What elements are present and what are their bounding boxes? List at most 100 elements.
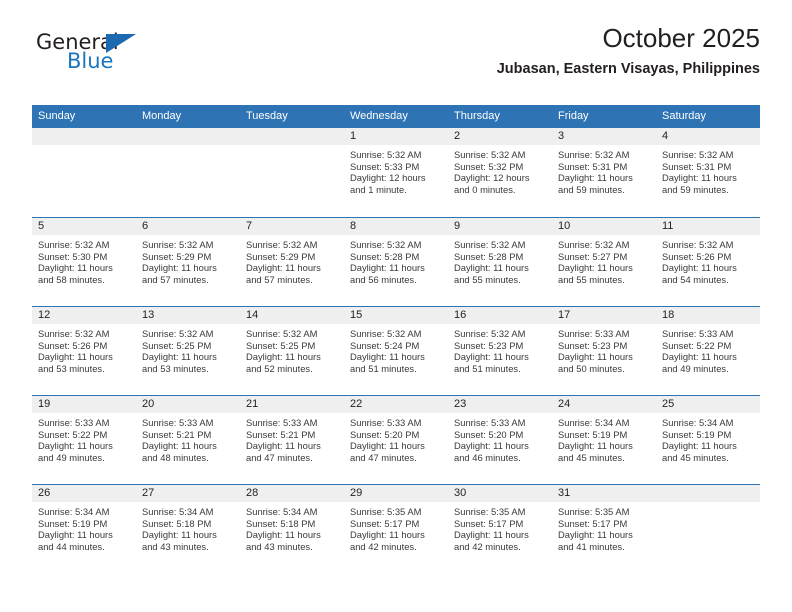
day-cell-inner[interactable]: 17 Sunrise: 5:33 AM Sunset: 5:23 PM Dayligh… <box>552 306 656 395</box>
daylight-text-line1: Daylight: 11 hours <box>350 351 425 363</box>
calendar-page: General Blue October 2025 Jubasan, Easte… <box>0 0 792 612</box>
sunset-text: Sunset: 5:20 PM <box>454 428 524 440</box>
day-cell-inner[interactable]: 16 Sunrise: 5:32 AM Sunset: 5:23 PM Dayligh… <box>448 306 552 395</box>
calendar-day-cell: 8 Sunrise: 5:32 AM Sunset: 5:28 PM Daylight… <box>344 217 448 306</box>
day-number: 9 <box>448 218 552 235</box>
calendar-week-row: 12 Sunrise: 5:32 AM Sunset: 5:26 PM Dayligh… <box>32 306 760 395</box>
day-details: Sunrise: 5:34 AM Sunset: 5:18 PM Daylight:… <box>136 502 240 552</box>
day-cell-inner[interactable]: 19 Sunrise: 5:33 AM Sunset: 5:22 PM Dayligh… <box>32 395 136 484</box>
daylight-text-line1: Daylight: 11 hours <box>246 351 321 363</box>
day-cell-inner[interactable]: 23 Sunrise: 5:33 AM Sunset: 5:20 PM Dayligh… <box>448 395 552 484</box>
day-cell-inner[interactable]: 10 Sunrise: 5:32 AM Sunset: 5:27 PM Dayligh… <box>552 217 656 306</box>
weekday-header-saturday: Saturday <box>656 105 760 128</box>
day-cell-inner[interactable]: 12 Sunrise: 5:32 AM Sunset: 5:26 PM Dayligh… <box>32 306 136 395</box>
calendar-day-cell: 1 Sunrise: 5:32 AM Sunset: 5:33 PM Daylight… <box>344 128 448 217</box>
calendar-day-cell: 14 Sunrise: 5:32 AM Sunset: 5:25 PM Dayligh… <box>240 306 344 395</box>
day-cell-inner[interactable]: 31 Sunrise: 5:35 AM Sunset: 5:17 PM Dayligh… <box>552 484 656 573</box>
sunset-text: Sunset: 5:32 PM <box>454 160 524 172</box>
day-cell-inner[interactable]: 3 Sunrise: 5:32 AM Sunset: 5:31 PM Daylight… <box>552 128 656 217</box>
day-cell-inner[interactable]: 18 Sunrise: 5:33 AM Sunset: 5:22 PM Dayligh… <box>656 306 760 395</box>
day-cell-inner[interactable]: 2 Sunrise: 5:32 AM Sunset: 5:32 PM Daylight… <box>448 128 552 217</box>
day-number: 10 <box>552 218 656 235</box>
day-details: Sunrise: 5:33 AM Sunset: 5:22 PM Daylight:… <box>32 413 136 463</box>
sunset-text: Sunset: 5:19 PM <box>38 517 108 529</box>
calendar-day-cell <box>32 128 136 217</box>
sunset-text: Sunset: 5:21 PM <box>142 428 212 440</box>
weekday-header-friday: Friday <box>552 105 656 128</box>
calendar-day-cell: 29 Sunrise: 5:35 AM Sunset: 5:17 PM Dayligh… <box>344 484 448 573</box>
day-number: 17 <box>552 307 656 324</box>
weekday-header-monday: Monday <box>136 105 240 128</box>
day-cell-inner[interactable]: 4 Sunrise: 5:32 AM Sunset: 5:31 PM Daylight… <box>656 128 760 217</box>
generalblue-logo[interactable]: General Blue <box>32 32 242 88</box>
day-cell-inner[interactable]: 25 Sunrise: 5:34 AM Sunset: 5:19 PM Dayligh… <box>656 395 760 484</box>
daylight-text-line1: Daylight: 11 hours <box>350 529 425 541</box>
daylight-text-line2: and 52 minutes. <box>246 362 313 374</box>
calendar-day-cell: 18 Sunrise: 5:33 AM Sunset: 5:22 PM Dayligh… <box>656 306 760 395</box>
sunrise-text: Sunrise: 5:35 AM <box>558 506 630 517</box>
daylight-text-line1: Daylight: 11 hours <box>246 440 321 452</box>
sunset-text: Sunset: 5:28 PM <box>350 250 420 262</box>
day-cell-inner[interactable]: 11 Sunrise: 5:32 AM Sunset: 5:26 PM Dayligh… <box>656 217 760 306</box>
calendar-day-cell: 15 Sunrise: 5:32 AM Sunset: 5:24 PM Dayligh… <box>344 306 448 395</box>
day-cell-inner[interactable]: 7 Sunrise: 5:32 AM Sunset: 5:29 PM Daylight… <box>240 217 344 306</box>
sunset-text: Sunset: 5:22 PM <box>662 339 732 351</box>
sunset-text: Sunset: 5:29 PM <box>142 250 212 262</box>
calendar-day-cell: 11 Sunrise: 5:32 AM Sunset: 5:26 PM Dayligh… <box>656 217 760 306</box>
sunset-text: Sunset: 5:18 PM <box>246 517 316 529</box>
daylight-text-line2: and 43 minutes. <box>246 540 313 552</box>
sunrise-text: Sunrise: 5:32 AM <box>350 328 422 339</box>
day-cell-inner[interactable]: 29 Sunrise: 5:35 AM Sunset: 5:17 PM Dayligh… <box>344 484 448 573</box>
daylight-text-line1: Daylight: 11 hours <box>246 529 321 541</box>
day-cell-inner[interactable]: 26 Sunrise: 5:34 AM Sunset: 5:19 PM Dayligh… <box>32 484 136 573</box>
day-cell-inner[interactable]: 27 Sunrise: 5:34 AM Sunset: 5:18 PM Dayligh… <box>136 484 240 573</box>
day-cell-inner[interactable]: 5 Sunrise: 5:32 AM Sunset: 5:30 PM Daylight… <box>32 217 136 306</box>
day-cell-inner[interactable]: 24 Sunrise: 5:34 AM Sunset: 5:19 PM Dayligh… <box>552 395 656 484</box>
day-cell-inner[interactable]: 9 Sunrise: 5:32 AM Sunset: 5:28 PM Daylight… <box>448 217 552 306</box>
daylight-text-line1: Daylight: 11 hours <box>454 440 529 452</box>
day-cell-inner[interactable]: 21 Sunrise: 5:33 AM Sunset: 5:21 PM Dayligh… <box>240 395 344 484</box>
sunset-text: Sunset: 5:21 PM <box>246 428 316 440</box>
sunrise-text: Sunrise: 5:33 AM <box>246 417 318 428</box>
weekday-header-tuesday: Tuesday <box>240 105 344 128</box>
sunset-text: Sunset: 5:17 PM <box>454 517 524 529</box>
day-cell-inner[interactable]: 8 Sunrise: 5:32 AM Sunset: 5:28 PM Daylight… <box>344 217 448 306</box>
day-cell-inner[interactable]: 14 Sunrise: 5:32 AM Sunset: 5:25 PM Dayligh… <box>240 306 344 395</box>
day-cell-inner[interactable]: 30 Sunrise: 5:35 AM Sunset: 5:17 PM Dayligh… <box>448 484 552 573</box>
day-number: 16 <box>448 307 552 324</box>
day-cell-inner[interactable]: 13 Sunrise: 5:32 AM Sunset: 5:25 PM Dayligh… <box>136 306 240 395</box>
day-number <box>136 128 240 145</box>
day-cell-inner <box>136 128 240 217</box>
sunset-text: Sunset: 5:18 PM <box>142 517 212 529</box>
calendar-week-row: 5 Sunrise: 5:32 AM Sunset: 5:30 PM Daylight… <box>32 217 760 306</box>
day-cell-inner[interactable]: 20 Sunrise: 5:33 AM Sunset: 5:21 PM Dayligh… <box>136 395 240 484</box>
day-details: Sunrise: 5:32 AM Sunset: 5:26 PM Daylight:… <box>32 324 136 374</box>
sunrise-text: Sunrise: 5:32 AM <box>454 149 526 160</box>
sunset-text: Sunset: 5:33 PM <box>350 160 420 172</box>
day-number: 3 <box>552 128 656 145</box>
day-cell-inner[interactable]: 6 Sunrise: 5:32 AM Sunset: 5:29 PM Daylight… <box>136 217 240 306</box>
sunset-text: Sunset: 5:25 PM <box>142 339 212 351</box>
day-cell-inner[interactable]: 22 Sunrise: 5:33 AM Sunset: 5:20 PM Dayligh… <box>344 395 448 484</box>
calendar-day-cell: 26 Sunrise: 5:34 AM Sunset: 5:19 PM Dayligh… <box>32 484 136 573</box>
day-cell-inner[interactable]: 1 Sunrise: 5:32 AM Sunset: 5:33 PM Daylight… <box>344 128 448 217</box>
day-cell-inner[interactable]: 28 Sunrise: 5:34 AM Sunset: 5:18 PM Dayligh… <box>240 484 344 573</box>
day-number: 8 <box>344 218 448 235</box>
daylight-text-line2: and 48 minutes. <box>142 451 209 463</box>
sunset-text: Sunset: 5:20 PM <box>350 428 420 440</box>
day-number: 28 <box>240 485 344 502</box>
sunrise-text: Sunrise: 5:32 AM <box>558 239 630 250</box>
sunrise-text: Sunrise: 5:34 AM <box>38 506 110 517</box>
day-cell-inner[interactable]: 15 Sunrise: 5:32 AM Sunset: 5:24 PM Dayligh… <box>344 306 448 395</box>
sunrise-text: Sunrise: 5:32 AM <box>142 328 214 339</box>
sunrise-text: Sunrise: 5:32 AM <box>246 239 318 250</box>
day-details: Sunrise: 5:33 AM Sunset: 5:21 PM Daylight:… <box>240 413 344 463</box>
day-number: 14 <box>240 307 344 324</box>
calendar-day-cell: 16 Sunrise: 5:32 AM Sunset: 5:23 PM Dayligh… <box>448 306 552 395</box>
sunrise-text: Sunrise: 5:32 AM <box>454 328 526 339</box>
day-number: 23 <box>448 396 552 413</box>
daylight-text-line2: and 47 minutes. <box>246 451 313 463</box>
daylight-text-line2: and 59 minutes. <box>558 183 625 195</box>
calendar-day-cell: 19 Sunrise: 5:33 AM Sunset: 5:22 PM Dayligh… <box>32 395 136 484</box>
daylight-text-line1: Daylight: 11 hours <box>662 440 737 452</box>
